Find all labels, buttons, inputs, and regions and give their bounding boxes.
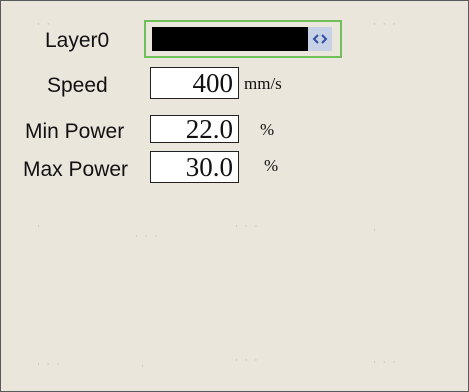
background-dots: · bbox=[37, 222, 42, 232]
speed-unit: mm/s bbox=[244, 74, 282, 93]
background-dots: · bbox=[373, 226, 378, 236]
background-dots: · · · bbox=[235, 356, 260, 366]
min-power-input[interactable]: 22.0 bbox=[150, 115, 239, 143]
max-power-unit: % bbox=[264, 156, 279, 175]
background-dots: · bbox=[141, 362, 146, 372]
max-power-input[interactable]: 30.0 bbox=[150, 151, 239, 183]
background-dots: · · · bbox=[373, 20, 398, 30]
layer-select[interactable] bbox=[144, 20, 342, 58]
background-dots: · · · bbox=[373, 358, 398, 368]
layer-parameters-panel: · · · · · · · · · · · · · · · · · · · · … bbox=[0, 0, 469, 392]
max-power-label: Max Power bbox=[23, 158, 129, 181]
background-dots: · · · bbox=[235, 222, 260, 232]
background-dots: · · · bbox=[135, 232, 160, 242]
min-power-label: Min Power bbox=[25, 120, 125, 143]
layer-label: Layer0 bbox=[45, 29, 110, 52]
layer-select-value bbox=[152, 27, 308, 51]
speed-label: Speed bbox=[47, 74, 108, 97]
left-right-arrows-icon[interactable] bbox=[308, 27, 332, 51]
background-dots: · · · bbox=[37, 360, 62, 370]
speed-input[interactable]: 400 bbox=[150, 67, 239, 99]
min-power-unit: % bbox=[260, 120, 275, 139]
